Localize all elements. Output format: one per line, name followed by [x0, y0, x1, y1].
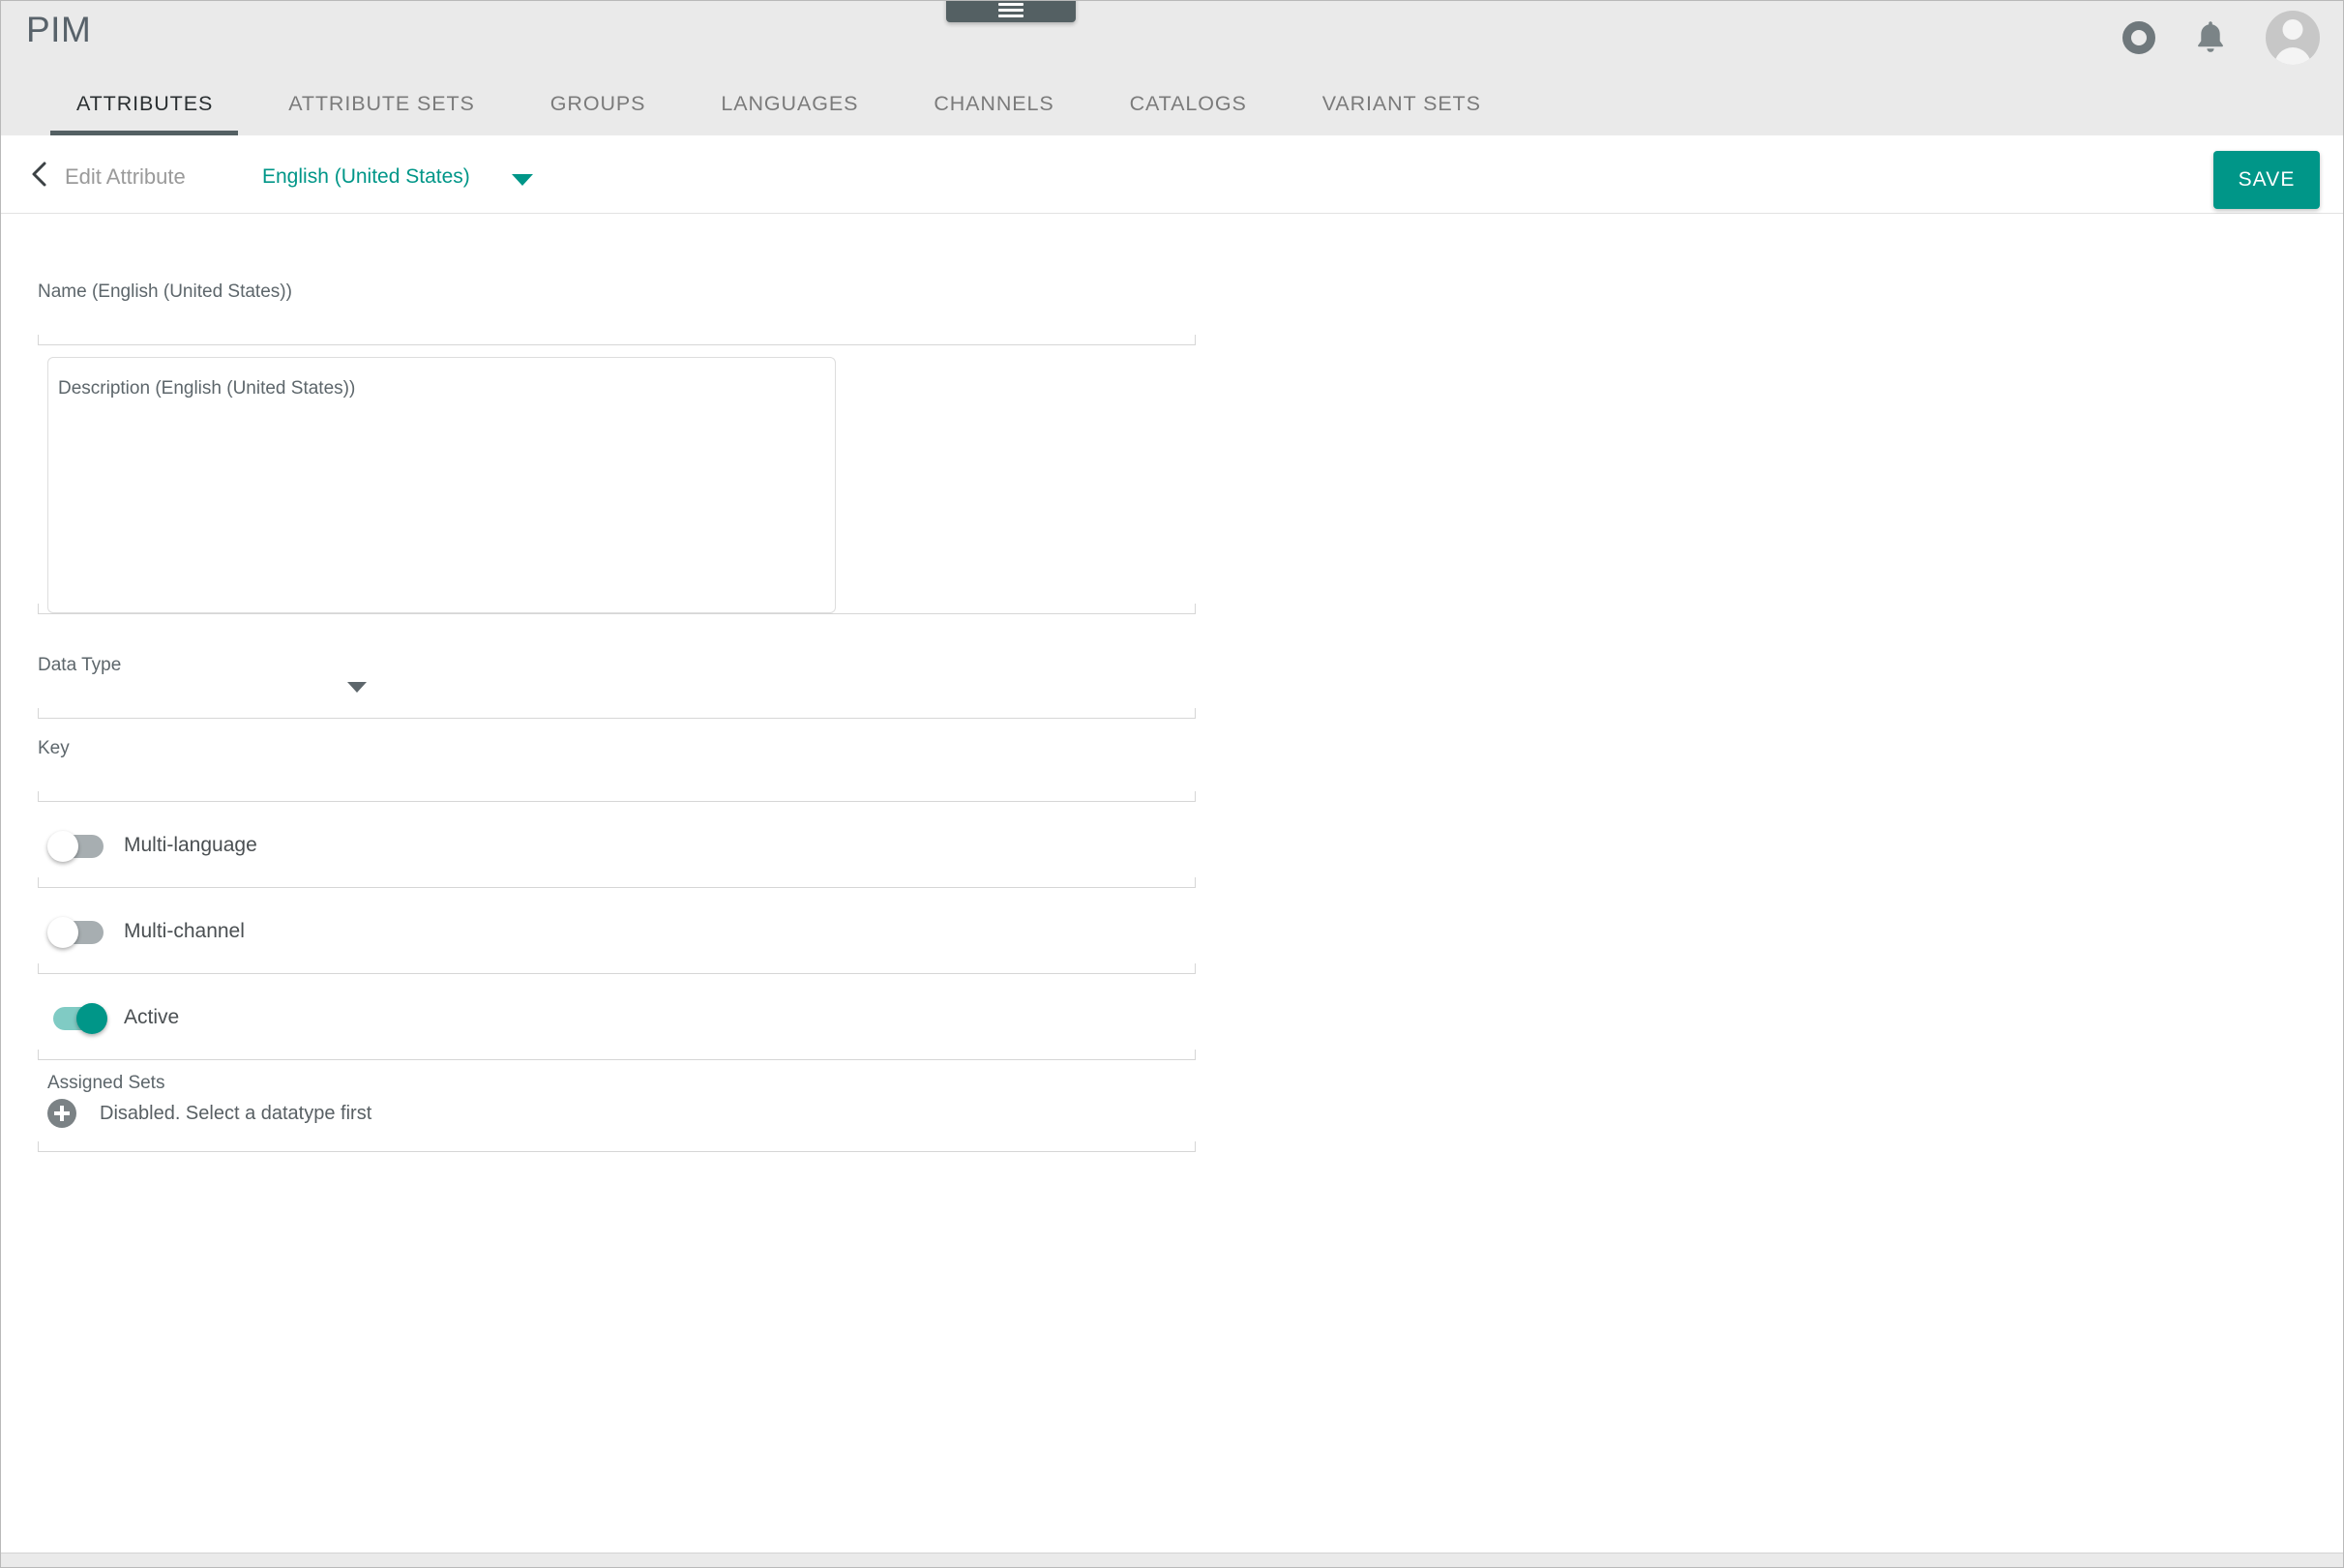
tab-catalogs-label: CATALOGS [1129, 92, 1247, 115]
plus-circle-icon[interactable] [47, 1099, 76, 1128]
assigned-sets-field: Assigned Sets Disabled. Select a datatyp… [38, 1060, 1196, 1152]
assigned-sets-message: Disabled. Select a datatype first [100, 1102, 372, 1124]
top-header: PIM ATTRIBUTES ATTRIBUTE SETS GROUPS LAN… [1, 1, 2343, 135]
sub-header: Edit Attribute English (United States) S… [1, 135, 2343, 214]
multi-channel-toggle[interactable] [47, 916, 108, 948]
primary-tabs: ATTRIBUTES ATTRIBUTE SETS GROUPS LANGUAG… [1, 75, 1481, 135]
description-field-wrap: Description (English (United States)) [38, 345, 1196, 636]
assigned-sets-label: Assigned Sets [47, 1073, 165, 1093]
tab-channels[interactable]: CHANNELS [934, 92, 1053, 135]
toggle-knob [76, 1002, 107, 1034]
active-row: Active [38, 974, 1196, 1060]
description-field-label: Description (English (United States)) [58, 378, 356, 399]
multi-language-row: Multi-language [38, 802, 1196, 888]
bell-notifications-icon[interactable] [2192, 18, 2229, 57]
description-field-underline [38, 604, 1196, 614]
data-type-field[interactable]: Data Type [38, 636, 1196, 719]
tab-catalogs[interactable]: CATALOGS [1130, 92, 1247, 135]
tab-groups-label: GROUPS [549, 92, 646, 115]
app-brand-title: PIM [26, 10, 92, 49]
data-type-field-label: Data Type [38, 655, 122, 675]
caret-down-icon[interactable] [512, 174, 533, 186]
tab-variant-sets-label: VARIANT SETS [1321, 92, 1481, 115]
tab-attribute-sets-label: ATTRIBUTE SETS [288, 92, 475, 115]
bottom-status-strip [1, 1553, 2343, 1567]
multi-language-toggle[interactable] [47, 830, 108, 862]
active-label: Active [124, 1005, 180, 1028]
name-field[interactable]: Name (English (United States)) [38, 262, 1196, 345]
tab-groups[interactable]: GROUPS [550, 92, 646, 135]
language-selector[interactable]: English (United States) [262, 165, 470, 189]
avatar-body [2274, 47, 2311, 65]
name-field-label: Name (English (United States)) [38, 281, 292, 302]
multi-channel-label: Multi-channel [124, 919, 245, 942]
multi-channel-row: Multi-channel [38, 888, 1196, 974]
hamburger-icon [998, 3, 1024, 17]
assigned-sets-row: Disabled. Select a datatype first [38, 1099, 1196, 1128]
tab-attribute-sets[interactable]: ATTRIBUTE SETS [288, 92, 475, 135]
avatar-head [2282, 19, 2303, 40]
hamburger-menu-button[interactable] [946, 1, 1076, 22]
tab-variant-sets[interactable]: VARIANT SETS [1322, 92, 1481, 135]
tab-channels-label: CHANNELS [934, 92, 1054, 115]
key-field-label: Key [38, 738, 70, 758]
save-button[interactable]: SAVE [2213, 151, 2320, 209]
chevron-left-icon[interactable] [30, 161, 47, 188]
application-window: PIM ATTRIBUTES ATTRIBUTE SETS GROUPS LAN… [0, 0, 2344, 1568]
description-textarea[interactable]: Description (English (United States)) [47, 357, 836, 613]
page-title: Edit Attribute [65, 164, 186, 189]
toggle-knob [47, 916, 78, 948]
edit-attribute-form: Name (English (United States)) Descripti… [1, 214, 2343, 1567]
tab-attributes-label: ATTRIBUTES [76, 92, 214, 115]
tab-languages[interactable]: LANGUAGES [721, 92, 858, 135]
tab-languages-label: LANGUAGES [721, 92, 859, 115]
multi-language-label: Multi-language [124, 833, 257, 856]
toggle-knob [47, 830, 78, 862]
tab-attributes[interactable]: ATTRIBUTES [49, 92, 239, 135]
active-toggle[interactable] [47, 1002, 108, 1034]
key-field[interactable]: Key [38, 719, 1196, 802]
assigned-sets-underline [38, 1141, 1196, 1152]
user-avatar-icon[interactable] [2266, 11, 2320, 65]
header-actions [2122, 5, 2320, 71]
ring-status-icon[interactable] [2122, 21, 2155, 54]
caret-down-icon[interactable] [347, 682, 367, 693]
